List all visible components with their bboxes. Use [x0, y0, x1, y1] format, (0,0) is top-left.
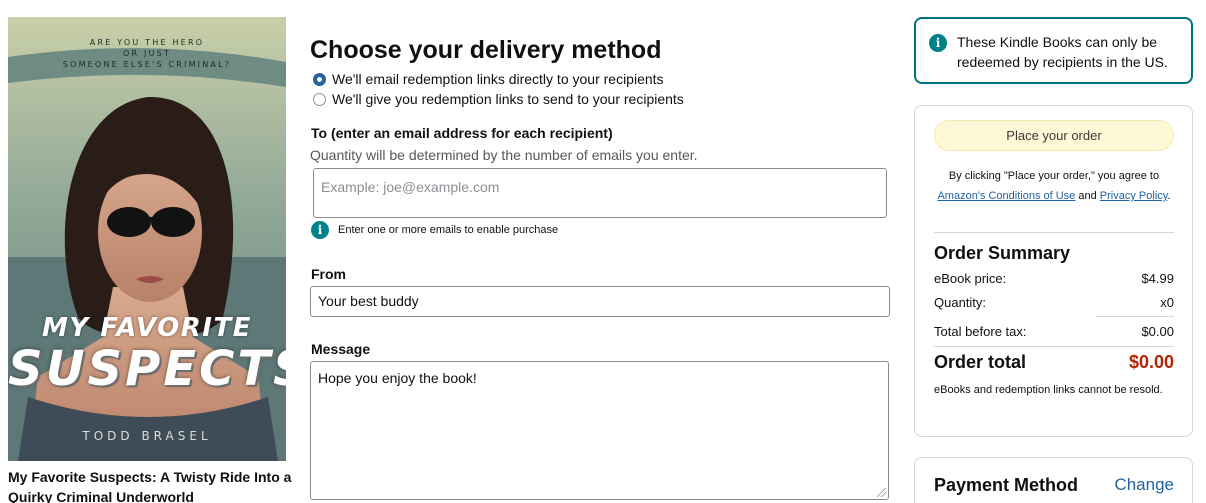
from-input[interactable]: Your best buddy	[310, 286, 890, 317]
to-field-label: To (enter an email address for each reci…	[311, 125, 613, 141]
divider	[934, 232, 1174, 233]
agreement-prefix: By clicking "Place your order," you agre…	[948, 170, 1160, 182]
delivery-option-links[interactable]: We'll give you redemption links to send …	[313, 91, 684, 107]
row-value: $4.99	[1141, 271, 1174, 286]
summary-row-before-tax: Total before tax: $0.00	[934, 324, 1174, 339]
message-textarea[interactable]: Hope you enjoy the book!	[310, 361, 889, 500]
us-only-alert: i These Kindle Books can only be redeeme…	[914, 17, 1193, 84]
info-circle-icon: i	[311, 221, 329, 239]
message-text: Hope you enjoy the book!	[318, 370, 477, 386]
recipient-email-input[interactable]: Example: joe@example.com	[313, 168, 887, 218]
payment-method-box: Payment Method Change	[914, 457, 1193, 503]
email-info-text: Enter one or more emails to enable purch…	[338, 224, 559, 236]
resale-note: eBooks and redemption links cannot be re…	[934, 384, 1163, 396]
row-label: Quantity:	[934, 295, 987, 310]
agreement-and: and	[1078, 190, 1097, 202]
summary-row-quantity: Quantity: x0	[934, 295, 1174, 310]
book-cover-image: ARE YOU THE HERO OR JUST SOMEONE ELSE'S …	[8, 17, 286, 461]
order-summary-box: Place your order By clicking "Place your…	[914, 105, 1193, 437]
divider	[1096, 316, 1174, 317]
radio-unchecked-icon[interactable]	[313, 92, 326, 106]
info-circle-icon: i	[929, 34, 947, 52]
radio-checked-icon[interactable]	[313, 72, 326, 86]
order-agreement: By clicking "Place your order," you agre…	[934, 166, 1174, 206]
cover-title-line1: MY FAVORITE	[42, 313, 252, 343]
order-total-value: $0.00	[1128, 352, 1174, 372]
row-label: eBook price:	[934, 271, 1007, 286]
change-payment-link[interactable]: Change	[1114, 475, 1174, 495]
resize-handle-icon[interactable]	[877, 488, 886, 497]
row-label: Total before tax:	[934, 324, 1027, 339]
order-total-row: Order total $0.00	[934, 352, 1174, 373]
cover-tagline: ARE YOU THE HERO OR JUST SOMEONE ELSE'S …	[62, 38, 232, 69]
row-value: $0.00	[1141, 324, 1174, 339]
conditions-of-use-link[interactable]: Amazon's Conditions of Use	[937, 190, 1075, 202]
to-field-hint: Quantity will be determined by the numbe…	[310, 147, 698, 163]
alert-text: These Kindle Books can only be redeemed …	[957, 34, 1168, 70]
divider	[934, 346, 1174, 347]
summary-row-price: eBook price: $4.99	[934, 271, 1174, 286]
privacy-policy-link[interactable]: Privacy Policy	[1100, 190, 1168, 202]
cover-author: TODD BRASEL	[82, 429, 212, 443]
delivery-option-email-label: We'll email redemption links directly to…	[332, 71, 664, 87]
book-title[interactable]: My Favorite Suspects: A Twisty Ride Into…	[8, 467, 298, 503]
order-total-label: Order total	[934, 352, 1027, 372]
place-order-button[interactable]: Place your order	[934, 120, 1174, 151]
delivery-heading: Choose your delivery method	[310, 36, 662, 64]
order-summary-title: Order Summary	[934, 243, 1071, 263]
delivery-option-links-label: We'll give you redemption links to send …	[332, 91, 684, 107]
agreement-period: .	[1167, 190, 1171, 202]
from-field-label: From	[311, 266, 346, 282]
email-info-message: i Enter one or more emails to enable pur…	[311, 221, 558, 239]
row-value: x0	[1160, 295, 1174, 310]
cover-title-line2: SUSPECTS	[8, 341, 286, 397]
payment-method-title: Payment Method	[934, 475, 1079, 495]
message-field-label: Message	[311, 341, 371, 357]
delivery-option-email[interactable]: We'll email redemption links directly to…	[313, 71, 664, 87]
